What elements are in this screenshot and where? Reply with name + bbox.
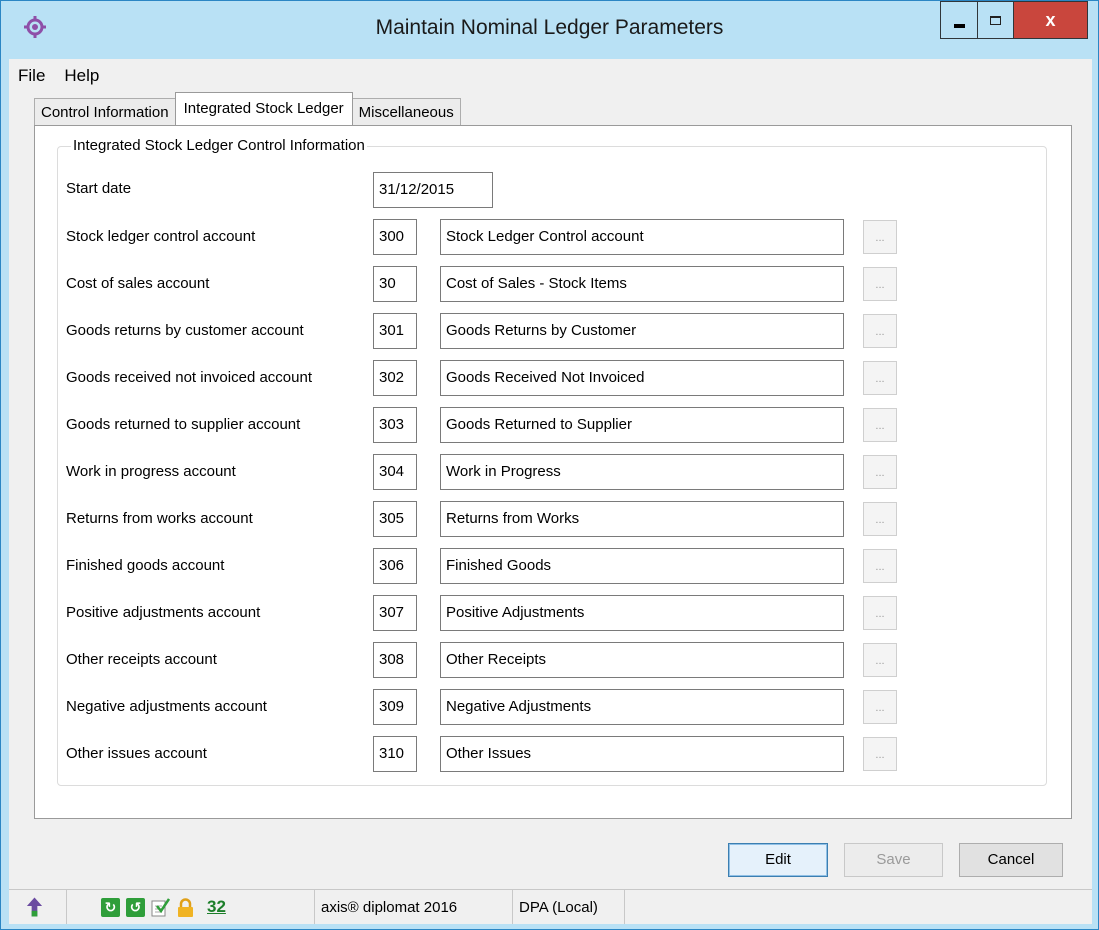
- status-connection-cell: DPA (Local): [513, 890, 625, 924]
- account-lookup-button[interactable]: ...: [863, 314, 897, 348]
- tab-panel-integrated-stock-ledger: Integrated Stock Ledger Control Informat…: [34, 125, 1072, 819]
- up-arrow-icon[interactable]: [25, 897, 44, 917]
- maximize-button[interactable]: [977, 1, 1014, 39]
- start-date-field[interactable]: 31/12/2015: [373, 172, 493, 208]
- account-row-label: Other receipts account: [66, 651, 217, 668]
- account-description-field[interactable]: Other Receipts: [440, 642, 844, 678]
- account-code-field[interactable]: 30: [373, 266, 417, 302]
- close-button[interactable]: x: [1014, 1, 1088, 39]
- undo-icon[interactable]: ↺: [126, 897, 145, 917]
- tab-control-information[interactable]: Control Information: [34, 98, 176, 125]
- account-lookup-button[interactable]: ...: [863, 549, 897, 583]
- status-bar: ↻ ↺ 32 axis® diplomat 2016 DPA (Local): [9, 889, 1092, 924]
- account-code-field[interactable]: 310: [373, 736, 417, 772]
- minimize-button[interactable]: [940, 1, 977, 39]
- account-lookup-button[interactable]: ...: [863, 408, 897, 442]
- product-name: axis® diplomat 2016: [321, 898, 458, 916]
- account-description-field[interactable]: Goods Received Not Invoiced: [440, 360, 844, 396]
- account-row-label: Other issues account: [66, 745, 207, 762]
- account-row-label: Finished goods account: [66, 557, 225, 574]
- connection-status: DPA (Local): [519, 898, 598, 916]
- tab-miscellaneous[interactable]: Miscellaneous: [351, 98, 461, 125]
- account-description-field[interactable]: Stock Ledger Control account: [440, 219, 844, 255]
- account-code-field[interactable]: 309: [373, 689, 417, 725]
- account-lookup-button[interactable]: ...: [863, 267, 897, 301]
- save-button: Save: [844, 843, 943, 877]
- group-title: Integrated Stock Ledger Control Informat…: [71, 137, 367, 155]
- account-row-label: Negative adjustments account: [66, 698, 267, 715]
- account-lookup-button[interactable]: ...: [863, 643, 897, 677]
- stock-ledger-control-group: Integrated Stock Ledger Control Informat…: [57, 137, 1047, 786]
- status-nav-cell: [9, 890, 67, 924]
- maximize-icon: [990, 15, 1001, 25]
- account-code-field[interactable]: 302: [373, 360, 417, 396]
- window-controls: x: [940, 1, 1088, 39]
- account-description-field[interactable]: Positive Adjustments: [440, 595, 844, 631]
- account-code-field[interactable]: 304: [373, 454, 417, 490]
- tab-integrated-stock-ledger[interactable]: Integrated Stock Ledger: [174, 92, 353, 125]
- account-description-field[interactable]: Goods Returns by Customer: [440, 313, 844, 349]
- account-description-field[interactable]: Negative Adjustments: [440, 689, 844, 725]
- account-row-label: Goods received not invoiced account: [66, 369, 312, 386]
- tab-strip: Control Information Integrated Stock Led…: [34, 92, 461, 125]
- account-description-field[interactable]: Cost of Sales - Stock Items: [440, 266, 844, 302]
- account-description-field[interactable]: Finished Goods: [440, 548, 844, 584]
- account-code-field[interactable]: 308: [373, 642, 417, 678]
- account-row-label: Returns from works account: [66, 510, 253, 527]
- account-lookup-button[interactable]: ...: [863, 361, 897, 395]
- title-bar[interactable]: Maintain Nominal Ledger Parameters x: [1, 1, 1098, 57]
- account-code-field[interactable]: 300: [373, 219, 417, 255]
- account-lookup-button[interactable]: ...: [863, 455, 897, 489]
- application-window: Maintain Nominal Ledger Parameters x Fil…: [0, 0, 1099, 930]
- account-description-field[interactable]: Goods Returned to Supplier: [440, 407, 844, 443]
- account-lookup-button[interactable]: ...: [863, 596, 897, 630]
- account-row-label: Work in progress account: [66, 463, 236, 480]
- account-lookup-button[interactable]: ...: [863, 690, 897, 724]
- account-code-field[interactable]: 301: [373, 313, 417, 349]
- account-row-label: Goods returned to supplier account: [66, 416, 301, 433]
- close-icon: x: [1045, 9, 1056, 30]
- menu-help[interactable]: Help: [55, 59, 109, 87]
- window-client-area: File Help Control Information Integrated…: [9, 59, 1092, 924]
- account-lookup-button[interactable]: ...: [863, 737, 897, 771]
- lock-icon[interactable]: [176, 897, 195, 917]
- account-description-field[interactable]: Returns from Works: [440, 501, 844, 537]
- account-row-label: Cost of sales account: [66, 275, 210, 292]
- account-lookup-button[interactable]: ...: [863, 220, 897, 254]
- edit-button[interactable]: Edit: [728, 843, 828, 877]
- account-code-field[interactable]: 305: [373, 501, 417, 537]
- account-description-field[interactable]: Work in Progress: [440, 454, 844, 490]
- status-tools-cell: ↻ ↺ 32: [67, 890, 315, 924]
- account-row-label: Goods returns by customer account: [66, 322, 304, 339]
- account-row-label: Positive adjustments account: [66, 604, 261, 621]
- account-lookup-button[interactable]: ...: [863, 502, 897, 536]
- cancel-button[interactable]: Cancel: [959, 843, 1063, 877]
- minimize-icon: [953, 24, 965, 28]
- refresh-icon[interactable]: ↻: [101, 897, 120, 917]
- account-row-label: Stock ledger control account: [66, 228, 256, 245]
- checklist-icon[interactable]: [151, 897, 170, 917]
- account-code-field[interactable]: 307: [373, 595, 417, 631]
- account-code-field[interactable]: 303: [373, 407, 417, 443]
- status-product-cell: axis® diplomat 2016: [315, 890, 513, 924]
- account-code-field[interactable]: 306: [373, 548, 417, 584]
- account-description-field[interactable]: Other Issues: [440, 736, 844, 772]
- menu-file[interactable]: File: [9, 59, 55, 87]
- count-badge[interactable]: 32: [201, 897, 232, 917]
- start-date-label: Start date: [66, 180, 132, 197]
- menu-bar: File Help: [9, 59, 1092, 87]
- window-title: Maintain Nominal Ledger Parameters: [375, 16, 724, 39]
